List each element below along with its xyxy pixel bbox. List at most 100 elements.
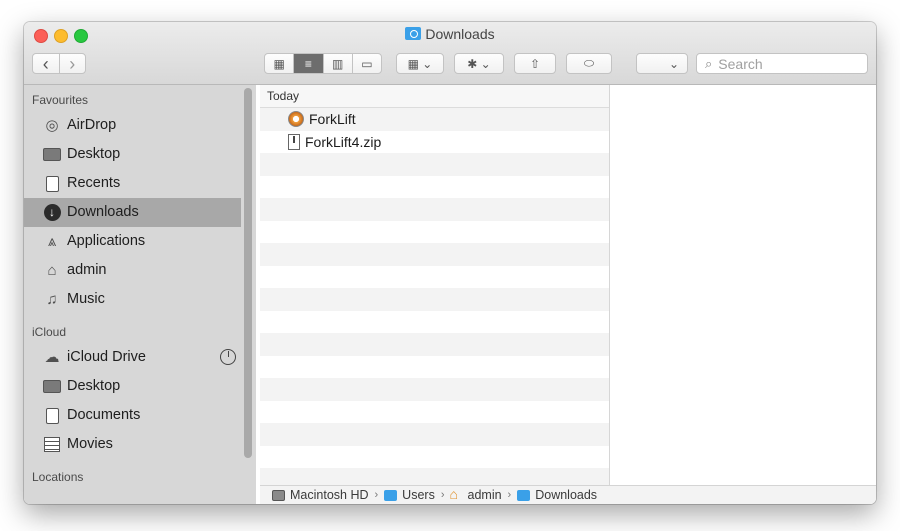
movies-icon	[42, 435, 62, 455]
downloads-folder-icon	[405, 27, 422, 40]
gear-icon: ✱ ⌄	[467, 56, 491, 71]
empty-row	[260, 198, 609, 221]
window-title: Downloads	[24, 26, 876, 42]
list-item[interactable]: ForkLift	[260, 108, 609, 131]
sidebar-item-applications[interactable]: ⩓ Applications	[24, 227, 242, 256]
file-name: ForkLift	[309, 111, 356, 128]
home-icon: ⌂	[47, 262, 57, 279]
sidebar-item-music[interactable]: ♫ Music	[24, 285, 242, 314]
share-icon: ⇧	[529, 56, 541, 71]
finder-window: Downloads ‹ › ▦ ≡ ▥ ▭ ▦ ⌄ ✱ ⌄ ⇧ ⬭ ⌄ ⌕ Fa…	[24, 22, 876, 504]
tags-button[interactable]: ⬭	[566, 53, 612, 74]
empty-row	[260, 266, 609, 289]
path-crumb-admin[interactable]: admin	[450, 486, 502, 503]
tag-icon: ⬭	[583, 56, 595, 70]
column-view-button[interactable]: ▥	[322, 54, 352, 73]
sidebar-item-label: Applications	[67, 233, 146, 249]
sidebar-item-documents[interactable]: Documents	[24, 401, 242, 430]
sidebar-item-label: AirDrop	[67, 117, 117, 133]
window-title-text: Downloads	[425, 26, 495, 42]
sidebar-item-movies[interactable]: Movies	[24, 430, 242, 459]
sidebar-item-label: Recents	[67, 175, 121, 191]
search-field[interactable]: ⌕	[696, 53, 868, 74]
sidebar-item-admin[interactable]: ⌂ admin	[24, 256, 242, 285]
file-list: Today ForkLift ForkLift4.zip	[260, 85, 610, 485]
list-view-icon: ≡	[304, 56, 312, 71]
sidebar-item-airdrop[interactable]: ◎ AirDrop	[24, 111, 242, 140]
zip-file-icon	[288, 133, 300, 150]
sidebar-item-recents[interactable]: Recents	[24, 169, 242, 198]
navigation-buttons: ‹ ›	[32, 53, 86, 74]
gallery-view-icon: ▭	[361, 56, 373, 71]
sidebar-item-label: Desktop	[67, 146, 121, 162]
path-crumb-users[interactable]: Users	[384, 488, 435, 502]
empty-row	[260, 176, 609, 199]
cloud-icon: ☁	[44, 349, 60, 366]
list-item[interactable]: ForkLift4.zip	[260, 131, 609, 154]
icon-view-button[interactable]: ▦	[265, 54, 293, 73]
empty-row	[260, 153, 609, 176]
file-name: ForkLift4.zip	[305, 133, 382, 150]
path-crumb-downloads[interactable]: Downloads	[517, 488, 597, 502]
list-view-button[interactable]: ≡	[293, 54, 323, 73]
empty-row	[260, 378, 609, 401]
sidebar-item-label: admin	[67, 262, 107, 278]
sidebar-scrollbar[interactable]	[244, 88, 252, 458]
sidebar-item-label: Movies	[67, 436, 113, 452]
sidebar-item-label: Downloads	[67, 204, 139, 220]
music-icon: ♫	[46, 291, 58, 308]
chevron-left-icon: ‹	[42, 53, 49, 74]
empty-row	[260, 311, 609, 334]
downloads-folder-icon	[517, 489, 531, 501]
sidebar-item-label: Documents	[67, 407, 141, 423]
forward-button[interactable]: ›	[58, 54, 86, 73]
empty-row	[260, 468, 609, 485]
gallery-view-button[interactable]: ▭	[351, 54, 381, 73]
path-crumb-label: Macintosh HD	[290, 488, 369, 502]
sidebar-item-desktop[interactable]: Desktop	[24, 140, 242, 169]
home-icon	[450, 486, 463, 502]
empty-row	[260, 356, 609, 379]
path-separator: ›	[374, 489, 379, 501]
sidebar-heading-favourites: Favourites	[32, 93, 89, 107]
toolbar: Downloads ‹ › ▦ ≡ ▥ ▭ ▦ ⌄ ✱ ⌄ ⇧ ⬭ ⌄ ⌕	[24, 22, 876, 85]
path-bar: Macintosh HD › Users › admin › Downloads	[260, 485, 876, 504]
column-view-icon: ▥	[331, 56, 344, 71]
group-by-button[interactable]: ▦ ⌄	[396, 53, 444, 74]
path-crumb-label: admin	[467, 488, 502, 502]
path-crumb-macintosh-hd[interactable]: Macintosh HD	[272, 488, 369, 502]
empty-row	[260, 423, 609, 446]
search-icon: ⌕	[705, 55, 713, 71]
icon-view-icon: ▦	[273, 56, 285, 71]
sidebar-item-label: Music	[67, 291, 105, 307]
share-button[interactable]: ⇧	[514, 53, 556, 74]
group-grid-icon: ▦ ⌄	[407, 56, 433, 71]
folder-icon	[384, 489, 398, 501]
action-menu-button[interactable]: ✱ ⌄	[454, 53, 504, 74]
path-separator: ›	[440, 489, 445, 501]
chevron-down-icon: ⌄	[668, 56, 679, 71]
search-input[interactable]	[718, 55, 849, 72]
applications-icon: ⩓	[47, 233, 57, 250]
airdrop-icon: ◎	[45, 117, 59, 134]
sidebar-heading-locations: Locations	[32, 470, 84, 484]
path-dropdown-button[interactable]: ⌄	[636, 53, 688, 74]
empty-row	[260, 333, 609, 356]
forklift-app-icon	[288, 111, 304, 128]
empty-row	[260, 288, 609, 311]
recents-icon	[42, 174, 62, 194]
preview-pane	[610, 85, 876, 485]
sidebar-item-downloads[interactable]: ↓ Downloads	[24, 198, 241, 227]
desktop-icon	[42, 145, 62, 165]
back-button[interactable]: ‹	[33, 54, 59, 73]
sidebar-heading-icloud: iCloud	[32, 325, 67, 339]
empty-row	[260, 221, 609, 244]
downloads-icon: ↓	[42, 203, 62, 223]
sidebar-item-icloud-drive[interactable]: ☁ iCloud Drive	[24, 343, 242, 372]
sidebar-item-icloud-desktop[interactable]: Desktop	[24, 372, 242, 401]
icloud-sync-progress-icon	[220, 349, 236, 365]
path-separator: ›	[507, 489, 512, 501]
sidebar-item-label: Desktop	[67, 378, 121, 394]
sidebar: Favourites ◎ AirDrop Desktop Recents ↓ D…	[24, 85, 256, 504]
empty-row	[260, 446, 609, 469]
